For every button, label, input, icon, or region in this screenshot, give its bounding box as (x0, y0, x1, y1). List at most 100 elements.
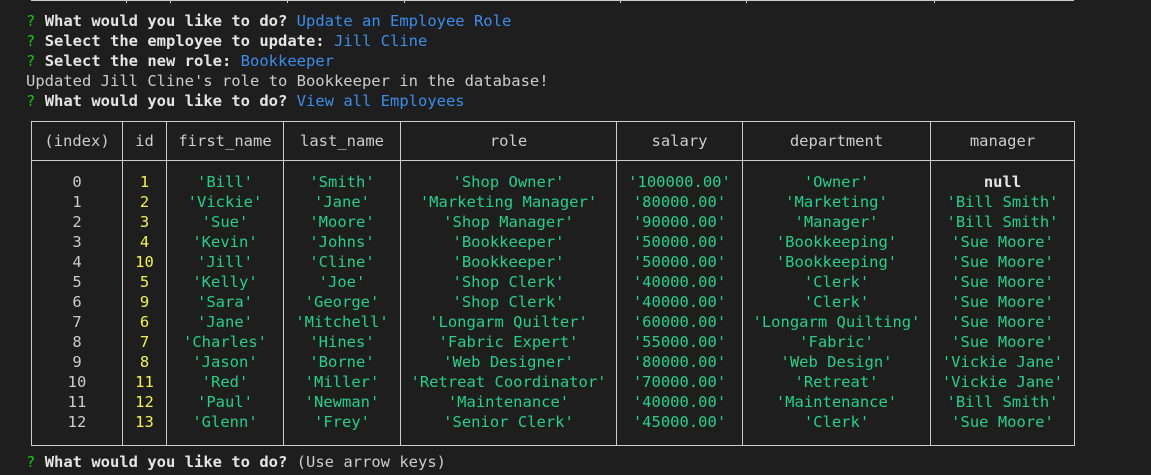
department-cell: 'Clerk' (742, 292, 931, 312)
role-cell: 'Senior Clerk' (400, 412, 617, 446)
salary-cell: '50000.00' (616, 232, 743, 252)
role-cell: 'Retreat Coordinator' (400, 372, 617, 392)
prompt-question: Select the new role: (44, 52, 232, 70)
prompt-answer: Bookkeeper (240, 52, 334, 70)
row-index-cell: 0 (31, 160, 123, 192)
row-index-cell: 6 (31, 292, 123, 312)
manager-cell: 'Sue Moore' (930, 332, 1075, 352)
department-cell: 'Longarm Quilting' (742, 312, 931, 332)
salary-cell: '40000.00' (616, 272, 743, 292)
manager-cell: 'Sue Moore' (930, 412, 1075, 446)
salary-cell: '45000.00' (616, 412, 743, 446)
row-index-cell: 8 (31, 332, 123, 352)
prompt-marker: ? (26, 12, 36, 30)
column-header: manager (930, 121, 1075, 161)
manager-cell: 'Vickie Jane' (930, 352, 1075, 372)
table-row: 6 9 'Sara' 'George' 'Shop Clerk' '40000.00' 'C… (31, 292, 1075, 312)
role-cell: 'Shop Clerk' (400, 292, 617, 312)
manager-cell: null (930, 160, 1075, 192)
prompt-line-employee: ? Select the employee to update: Jill Cl… (26, 31, 427, 51)
id-cell: 5 (122, 272, 167, 292)
last-name-cell: 'Moore' (283, 212, 401, 232)
column-header: (index) (31, 121, 123, 161)
department-cell: 'Fabric' (742, 332, 931, 352)
salary-cell: '100000.00' (616, 160, 743, 192)
role-cell: 'Bookkeeper' (400, 252, 617, 272)
row-index-cell: 1 (31, 192, 123, 212)
prompt-answer: Update an Employee Role (296, 12, 512, 30)
salary-cell: '40000.00' (616, 292, 743, 312)
row-index-cell: 11 (31, 392, 123, 412)
table-row: 9 8 'Jason' 'Borne' 'Web Designer' '80000.00'… (31, 352, 1075, 372)
salary-cell: '80000.00' (616, 192, 743, 212)
manager-cell: 'Sue Moore' (930, 292, 1075, 312)
row-index-cell: 4 (31, 252, 123, 272)
column-header: salary (616, 121, 743, 161)
prompt-question: Select the employee to update: (44, 32, 325, 50)
role-cell: 'Maintenance' (400, 392, 617, 412)
prompt-marker: ? (26, 92, 36, 110)
role-cell: 'Shop Owner' (400, 160, 617, 192)
prompt-marker: ? (26, 453, 36, 471)
first-name-cell: 'Bill' (166, 160, 284, 192)
first-name-cell: 'Jill' (166, 252, 284, 272)
prompt-question: What would you like to do? (44, 92, 288, 110)
id-cell: 1 (122, 160, 167, 192)
last-name-cell: 'Smith' (283, 160, 401, 192)
role-cell: 'Web Designer' (400, 352, 617, 372)
prompt-answer: Jill Cline (334, 32, 428, 50)
manager-cell: 'Bill Smith' (930, 192, 1075, 212)
salary-cell: '80000.00' (616, 352, 743, 372)
prompt-line-action-2: ? What would you like to do? View all Em… (26, 91, 465, 111)
row-index-cell: 5 (31, 272, 123, 292)
table-row: 10 11 'Red' 'Miller' 'Retreat Coordinator' '7… (31, 372, 1075, 392)
last-name-cell: 'George' (283, 292, 401, 312)
last-name-cell: 'Jane' (283, 192, 401, 212)
status-message: Updated Jill Cline's role to Bookkeeper … (26, 72, 549, 90)
prompt-marker: ? (26, 32, 36, 50)
prompt-hint: (Use arrow keys) (296, 453, 446, 471)
id-cell: 6 (122, 312, 167, 332)
department-cell: 'Bookkeeping' (742, 232, 931, 252)
department-cell: 'Bookkeeping' (742, 252, 931, 272)
department-cell: 'Web Design' (742, 352, 931, 372)
table-row: 2 3 'Sue' 'Moore' 'Shop Manager' '90000.00' 'M… (31, 212, 1075, 232)
manager-cell: 'Vickie Jane' (930, 372, 1075, 392)
prompt-line-role: ? Select the new role: Bookkeeper (26, 51, 334, 71)
first-name-cell: 'Paul' (166, 392, 284, 412)
first-name-cell: 'Kevin' (166, 232, 284, 252)
role-cell: 'Bookkeeper' (400, 232, 617, 252)
table-header-row: (index) id first_name last_name role sal… (31, 121, 1075, 161)
prompt-question: What would you like to do? (44, 453, 288, 471)
role-cell: 'Fabric Expert' (400, 332, 617, 352)
table-row: 12 13 'Glenn' 'Frey' 'Senior Clerk' '45000.00… (31, 412, 1075, 446)
last-name-cell: 'Borne' (283, 352, 401, 372)
first-name-cell: 'Jane' (166, 312, 284, 332)
terminal[interactable]: ? What would you like to do? Update an E… (26, 0, 1151, 475)
salary-cell: '50000.00' (616, 252, 743, 272)
column-header: last_name (283, 121, 401, 161)
last-name-cell: 'Frey' (283, 412, 401, 446)
id-cell: 9 (122, 292, 167, 312)
column-header: role (400, 121, 617, 161)
id-cell: 3 (122, 212, 167, 232)
prompt-line-action-1: ? What would you like to do? Update an E… (26, 11, 511, 31)
id-cell: 8 (122, 352, 167, 372)
first-name-cell: 'Sue' (166, 212, 284, 232)
manager-cell: 'Bill Smith' (930, 392, 1075, 412)
last-name-cell: 'Johns' (283, 232, 401, 252)
role-cell: 'Shop Manager' (400, 212, 617, 232)
column-header: first_name (166, 121, 284, 161)
row-index-cell: 10 (31, 372, 123, 392)
last-name-cell: 'Cline' (283, 252, 401, 272)
id-cell: 7 (122, 332, 167, 352)
table-row: 8 7 'Charles' 'Hines' 'Fabric Expert' '55000.… (31, 332, 1075, 352)
last-name-cell: 'Newman' (283, 392, 401, 412)
first-name-cell: 'Sara' (166, 292, 284, 312)
table-row: 5 5 'Kelly' 'Joe' 'Shop Clerk' '40000.00' 'Cle… (31, 272, 1075, 292)
column-header: department (742, 121, 931, 161)
manager-cell: 'Sue Moore' (930, 272, 1075, 292)
first-name-cell: 'Jason' (166, 352, 284, 372)
department-cell: 'Clerk' (742, 272, 931, 292)
row-index-cell: 2 (31, 212, 123, 232)
